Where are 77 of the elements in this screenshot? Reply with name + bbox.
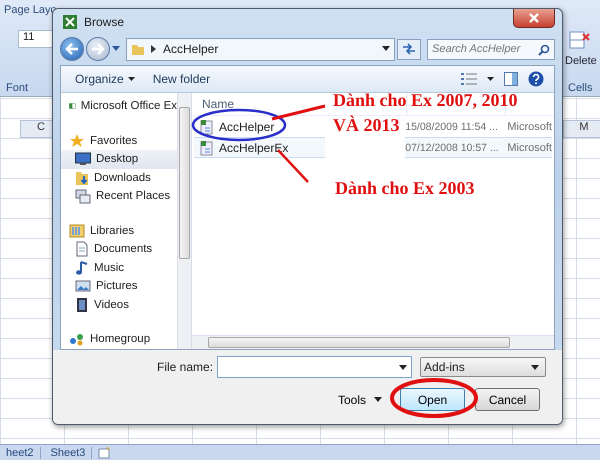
nav-item[interactable]: Homegroup: [61, 330, 177, 348]
caret-icon: [399, 364, 408, 370]
monitor-icon: [75, 152, 91, 166]
download-folder-icon: [75, 170, 89, 186]
recent-places-icon: [75, 188, 91, 204]
annotation-text: Dành cho Ex 2007, 2010: [333, 89, 518, 112]
tools-button[interactable]: Tools: [332, 392, 388, 408]
breadcrumb-arrow-icon: [151, 45, 157, 53]
preview-pane-icon[interactable]: [504, 72, 518, 86]
star-icon: [69, 132, 85, 149]
file-name[interactable]: AccHelperEx: [194, 137, 326, 158]
address-bar[interactable]: AccHelper: [126, 38, 395, 60]
cancel-button[interactable]: Cancel: [475, 388, 540, 411]
homegroup-icon: [69, 332, 85, 346]
nav-item[interactable]: Music: [61, 258, 177, 277]
column-header: M: [563, 120, 600, 138]
new-folder-button[interactable]: New folder: [148, 72, 214, 86]
back-arrow-icon: [65, 43, 79, 55]
search-icon: [538, 44, 550, 56]
document-icon: [75, 241, 89, 258]
group-label: Font: [6, 82, 28, 94]
date-modified: 15/08/2009 11:54 ...: [405, 120, 499, 134]
scrollbar[interactable]: [192, 335, 554, 349]
dropdown-caret-icon[interactable]: [487, 76, 494, 82]
add-in-file-icon: [200, 118, 214, 134]
file-name-field[interactable]: [217, 356, 412, 378]
window-title: Browse: [84, 15, 124, 29]
annotation-line: [272, 104, 326, 120]
film-icon: [75, 296, 89, 313]
column-header[interactable]: Name: [192, 97, 234, 111]
excel-icon: [62, 14, 78, 30]
delete-button[interactable]: Delete: [565, 55, 597, 67]
forward-button[interactable]: [86, 37, 110, 61]
search-field[interactable]: Search AccHelper: [427, 38, 555, 60]
close-button[interactable]: [513, 9, 555, 28]
annotation-text: VÀ 2013: [333, 114, 400, 137]
address-text: AccHelper: [163, 42, 218, 56]
forward-arrow-icon: [91, 43, 105, 55]
nav-item[interactable]: Videos: [61, 296, 177, 314]
open-button[interactable]: Open: [400, 388, 465, 411]
nav-item[interactable]: Microsoft Office Ex: [61, 97, 177, 116]
refresh-button[interactable]: [397, 38, 421, 60]
date-modified: 07/12/2008 10:57 ...: [405, 137, 508, 158]
caret-icon: [531, 364, 539, 370]
sheet-tab[interactable]: heet2: [0, 447, 41, 459]
music-note-icon: [75, 260, 89, 276]
close-icon: [528, 13, 540, 23]
file-name-label: File name:: [157, 360, 214, 374]
dropdown-caret-icon[interactable]: [382, 46, 390, 52]
refresh-arrows-icon: [402, 43, 416, 55]
library-icon: [69, 224, 85, 238]
pictures-icon: [75, 279, 91, 294]
nav-item[interactable]: Desktop: [61, 150, 177, 168]
view-list-icon[interactable]: [461, 72, 477, 86]
caret-icon: [128, 76, 135, 82]
help-icon[interactable]: [528, 71, 544, 87]
file-name[interactable]: AccHelper: [194, 116, 326, 137]
nav-item[interactable]: Pictures: [61, 277, 177, 296]
organize-button[interactable]: Organize: [71, 72, 139, 86]
group-label: Cells: [568, 82, 592, 94]
new-sheet-icon[interactable]: [96, 447, 112, 459]
file-type-dropdown[interactable]: Add-ins: [420, 357, 546, 377]
folder-icon: [131, 42, 145, 56]
add-in-file-icon: [200, 140, 214, 156]
file-type: Microsoft: [507, 137, 552, 158]
scrollbar[interactable]: [177, 93, 191, 349]
caret-icon: [374, 397, 382, 402]
nav-item[interactable]: Favorites: [61, 132, 177, 150]
font-size-box[interactable]: 11: [18, 30, 54, 48]
annotation-text: Dành cho Ex 2003: [335, 177, 475, 200]
file-type: Microsoft: [507, 120, 552, 134]
nav-item[interactable]: Recent Places: [61, 187, 177, 206]
nav-item[interactable]: Libraries: [61, 222, 177, 240]
sheet-tab[interactable]: Sheet3: [44, 447, 92, 459]
nav-item[interactable]: Downloads: [61, 168, 177, 187]
nav-item[interactable]: Documents: [61, 240, 177, 258]
back-button[interactable]: [60, 37, 84, 61]
